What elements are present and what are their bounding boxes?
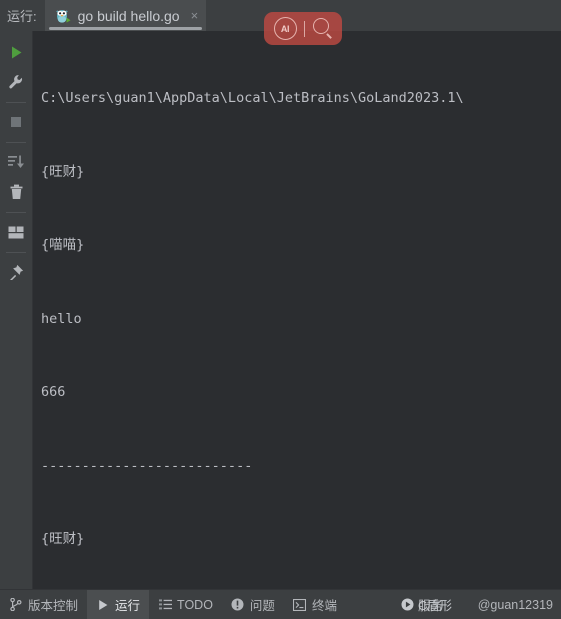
console-line: {旺财} [41,531,85,547]
layout-settings-button[interactable] [3,219,29,245]
toolbar-divider [6,102,26,103]
clear-all-button[interactable] [3,179,29,205]
statusbar-label: TODO [177,597,213,612]
statusbar-label: 版本控制 [28,599,79,613]
services-play-icon [400,598,414,612]
rerun-button[interactable] [3,39,29,65]
console-line: hello [41,310,82,327]
toolbar-divider [6,142,26,143]
run-tab-title: go build hello.go [77,7,180,24]
run-content-row: C:\Users\guan1\AppData\Local\JetBrains\G… [0,31,561,589]
statusbar-item-todo[interactable]: TODO [149,590,222,619]
statusbar-label: 问题 [249,599,275,613]
run-tab-bar: 运行: go build hello.go × AI [0,0,561,45]
goland-run-tool-window: 运行: go build hello.go × AI C:\Users\guan… [0,0,561,619]
search-icon[interactable] [312,18,333,39]
pin-tab-button[interactable] [3,259,29,285]
statusbar-label: 终端 [311,599,337,613]
run-configuration-tab[interactable]: go build hello.go × [44,0,207,31]
statusbar-item-terminal[interactable]: 终端 [284,590,346,619]
widget-divider [303,20,305,37]
console-line: {旺财} [41,163,85,180]
console-output[interactable]: C:\Users\guan1\AppData\Local\JetBrains\G… [33,31,561,589]
run-settings-button[interactable] [3,69,29,95]
statusbar-item-version-control[interactable]: 版本控制 [0,590,87,619]
ai-assistant-icon[interactable]: AI [273,17,297,40]
console-line: {喵喵} [41,237,85,253]
play-icon [96,598,110,612]
list-icon [158,598,172,612]
run-tool-window-label: 运行: [7,9,37,24]
terminal-icon [293,598,307,612]
console-line: -------------------------- [41,457,253,474]
run-side-toolbar [0,31,33,589]
toolbar-divider [6,252,26,253]
close-icon[interactable]: × [191,9,199,22]
toolbar-divider [6,212,26,213]
statusbar-overlapping-label: C盾形 [418,599,453,613]
branch-icon [9,598,23,612]
console-line: C:\Users\guan1\AppData\Local\JetBrains\G… [41,90,464,106]
statusbar-label: 运行 [115,599,141,613]
stop-button[interactable] [3,109,29,135]
statusbar-item-run[interactable]: 运行 [87,590,150,619]
ai-search-floating-widget[interactable]: AI [264,12,342,45]
scroll-to-end-button[interactable] [3,149,29,175]
bottom-tool-window-bar: 版本控制 运行 TODO 问题 终端 服务 C盾形 @guan12319 [0,589,561,619]
console-line: 666 [41,384,66,400]
go-gopher-icon [55,7,71,24]
statusbar-item-problems[interactable]: 问题 [222,590,284,619]
statusbar-user-label[interactable]: @guan12319 [478,598,553,612]
warning-icon [231,598,245,612]
